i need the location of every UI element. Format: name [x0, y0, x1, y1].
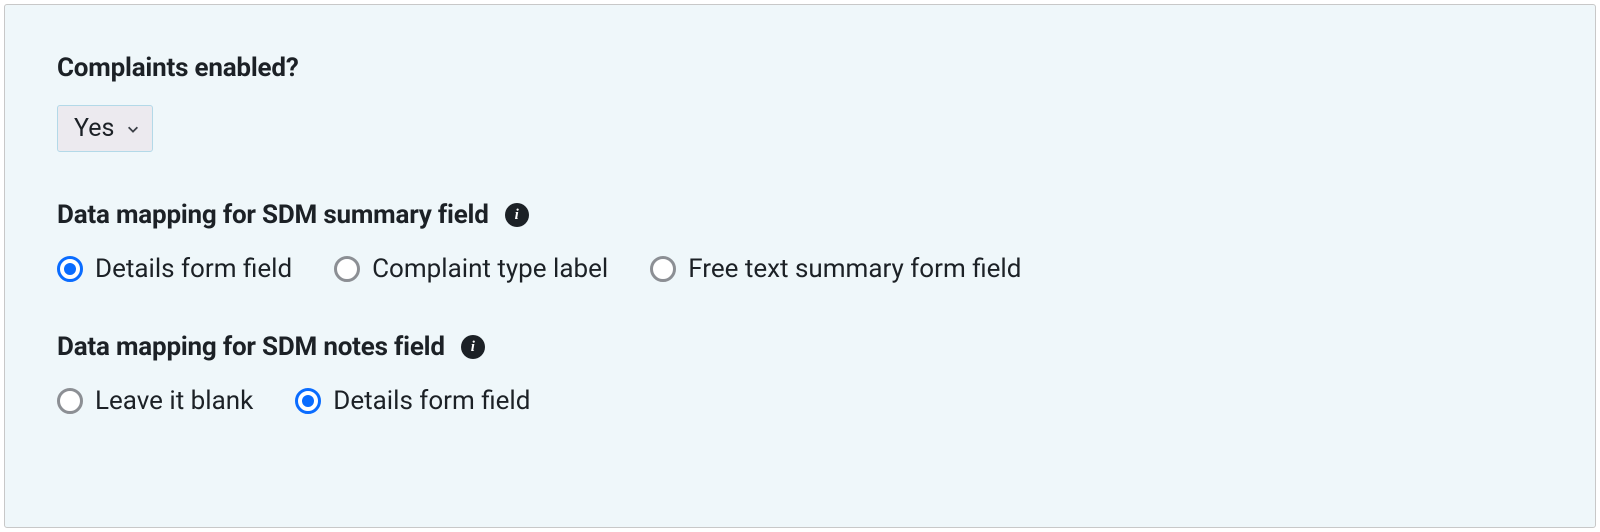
sdm-notes-label-row: Data mapping for SDM notes field i [57, 332, 1543, 362]
settings-panel: Complaints enabled? Yes Data mapping for… [4, 4, 1596, 528]
radio-label: Details form field [95, 254, 292, 284]
radio-complaint-type-label[interactable]: Complaint type label [334, 254, 608, 284]
radio-label: Details form field [333, 386, 530, 416]
radio-free-text-summary[interactable]: Free text summary form field [650, 254, 1021, 284]
radio-indicator [650, 256, 676, 282]
radio-leave-blank[interactable]: Leave it blank [57, 386, 253, 416]
sdm-notes-mapping-label: Data mapping for SDM notes field [57, 332, 445, 362]
info-icon[interactable]: i [505, 203, 529, 227]
radio-indicator [57, 256, 83, 282]
sdm-summary-label-row: Data mapping for SDM summary field i [57, 200, 1543, 230]
radio-label: Leave it blank [95, 386, 253, 416]
radio-indicator [295, 388, 321, 414]
complaints-enabled-select[interactable]: Yes [57, 105, 153, 152]
info-icon[interactable]: i [461, 335, 485, 359]
radio-label: Complaint type label [372, 254, 608, 284]
sdm-summary-mapping-section: Data mapping for SDM summary field i Det… [57, 200, 1543, 284]
sdm-notes-mapping-section: Data mapping for SDM notes field i Leave… [57, 332, 1543, 416]
chevron-down-icon [126, 122, 140, 136]
radio-indicator [57, 388, 83, 414]
radio-label: Free text summary form field [688, 254, 1021, 284]
sdm-summary-mapping-label: Data mapping for SDM summary field [57, 200, 489, 230]
complaints-enabled-label: Complaints enabled? [57, 53, 1543, 83]
radio-indicator [334, 256, 360, 282]
sdm-notes-radio-group: Leave it blank Details form field [57, 386, 1543, 416]
radio-details-form-field-notes[interactable]: Details form field [295, 386, 530, 416]
sdm-summary-radio-group: Details form field Complaint type label … [57, 254, 1543, 284]
complaints-enabled-select-value: Yes [74, 114, 114, 143]
complaints-enabled-section: Complaints enabled? Yes [57, 53, 1543, 152]
radio-details-form-field[interactable]: Details form field [57, 254, 292, 284]
